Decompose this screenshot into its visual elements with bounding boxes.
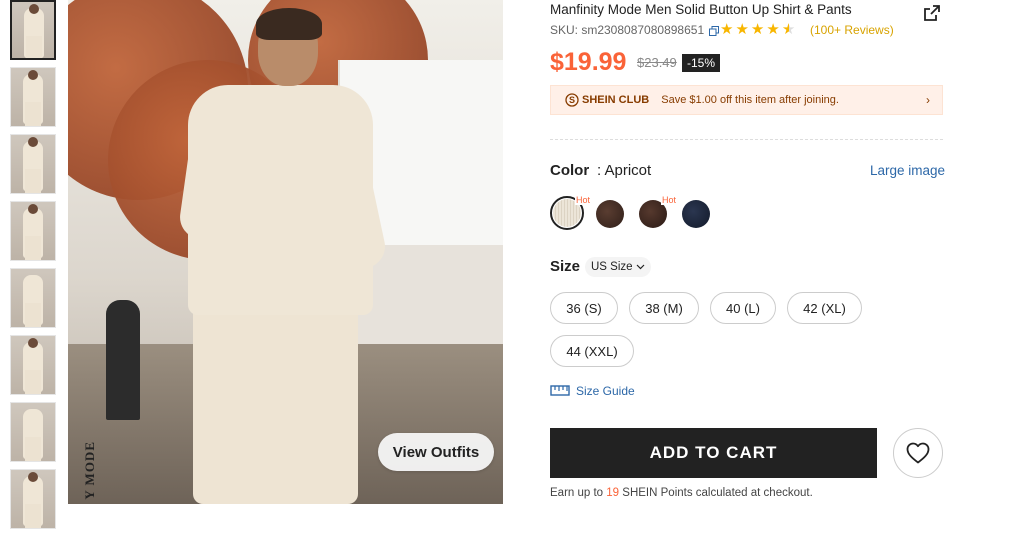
- svg-text:S: S: [569, 95, 575, 105]
- color-value: : Apricot: [597, 162, 652, 179]
- size-label: Size: [550, 258, 581, 275]
- half-star-icon: ★: [781, 21, 796, 38]
- product-title: Manfinity Mode Men Solid Button Up Shirt…: [550, 2, 852, 17]
- thumbnail-6[interactable]: [10, 335, 56, 395]
- thumbnail-2[interactable]: [10, 67, 56, 127]
- star-icon: ★: [735, 21, 749, 38]
- club-s-icon: S: [565, 93, 579, 107]
- size-option-38[interactable]: 38 (M): [629, 292, 699, 324]
- size-guide-link[interactable]: Size Guide: [550, 384, 635, 398]
- thumbnail-5[interactable]: [10, 268, 56, 328]
- size-option-40[interactable]: 40 (L): [710, 292, 776, 324]
- thumbnail-4[interactable]: [10, 201, 56, 261]
- add-to-cart-button[interactable]: ADD TO CART: [550, 428, 877, 478]
- star-icon: ★: [720, 21, 734, 38]
- color-swatch-brown[interactable]: [596, 200, 624, 228]
- shein-club-banner[interactable]: S SHEIN CLUB Save $1.00 off this item af…: [550, 85, 943, 115]
- wishlist-button[interactable]: [893, 428, 943, 478]
- size-system-value: US Size: [591, 261, 633, 273]
- chevron-down-icon: [636, 264, 645, 270]
- reviews-link[interactable]: (100+ Reviews): [810, 23, 894, 37]
- color-swatch-navy[interactable]: [682, 200, 710, 228]
- discount-badge: -15%: [682, 54, 721, 72]
- size-option-42[interactable]: 42 (XL): [787, 292, 862, 324]
- ruler-icon: [550, 385, 570, 396]
- size-option-44[interactable]: 44 (XXL): [550, 335, 634, 367]
- copy-icon[interactable]: [709, 25, 720, 36]
- brand-vertical-text: Y MODE: [82, 441, 97, 500]
- size-guide-label: Size Guide: [576, 384, 635, 398]
- thumbnail-1[interactable]: [10, 0, 56, 60]
- rating-stars: ★ ★ ★ ★ ★: [720, 22, 795, 37]
- model-shirt: [188, 85, 373, 315]
- points-prefix: Earn up to: [550, 487, 604, 499]
- thumbnail-7[interactable]: [10, 402, 56, 462]
- share-icon[interactable]: [923, 4, 941, 22]
- large-image-link[interactable]: Large image: [870, 163, 945, 178]
- sale-price: $19.99: [550, 48, 627, 76]
- model-pants: [193, 300, 358, 504]
- product-sku: SKU: sm2308087080898651: [550, 23, 720, 37]
- hot-badge: Hot: [575, 195, 592, 205]
- main-product-image[interactable]: Y MODE View Outfits: [68, 0, 503, 504]
- thumbnail-8[interactable]: [10, 469, 56, 529]
- size-option-36[interactable]: 36 (S): [550, 292, 618, 324]
- points-suffix: SHEIN Points calculated at checkout.: [622, 487, 813, 499]
- view-outfits-button[interactable]: View Outfits: [378, 433, 494, 471]
- club-badge: S SHEIN CLUB: [565, 93, 649, 107]
- hot-badge: Hot: [661, 195, 678, 205]
- divider: [550, 139, 943, 140]
- club-text: Save $1.00 off this item after joining.: [661, 94, 839, 106]
- star-icon: ★: [750, 21, 765, 38]
- size-system-select[interactable]: US Size: [585, 257, 651, 277]
- club-badge-label: SHEIN CLUB: [582, 94, 650, 106]
- original-price: $23.49: [637, 55, 677, 70]
- bollard: [106, 300, 140, 420]
- model-hair: [256, 8, 322, 40]
- sku-text: SKU: sm2308087080898651: [550, 23, 705, 37]
- thumbnail-3[interactable]: [10, 134, 56, 194]
- color-label: Color: [550, 162, 590, 179]
- star-icon: ★: [766, 21, 780, 38]
- heart-icon: [906, 442, 930, 464]
- points-info: Earn up to 19 SHEIN Points calculated at…: [550, 487, 813, 499]
- chevron-right-icon: ›: [926, 93, 930, 107]
- thumbnail-list: [10, 0, 62, 536]
- points-number: 19: [606, 487, 620, 499]
